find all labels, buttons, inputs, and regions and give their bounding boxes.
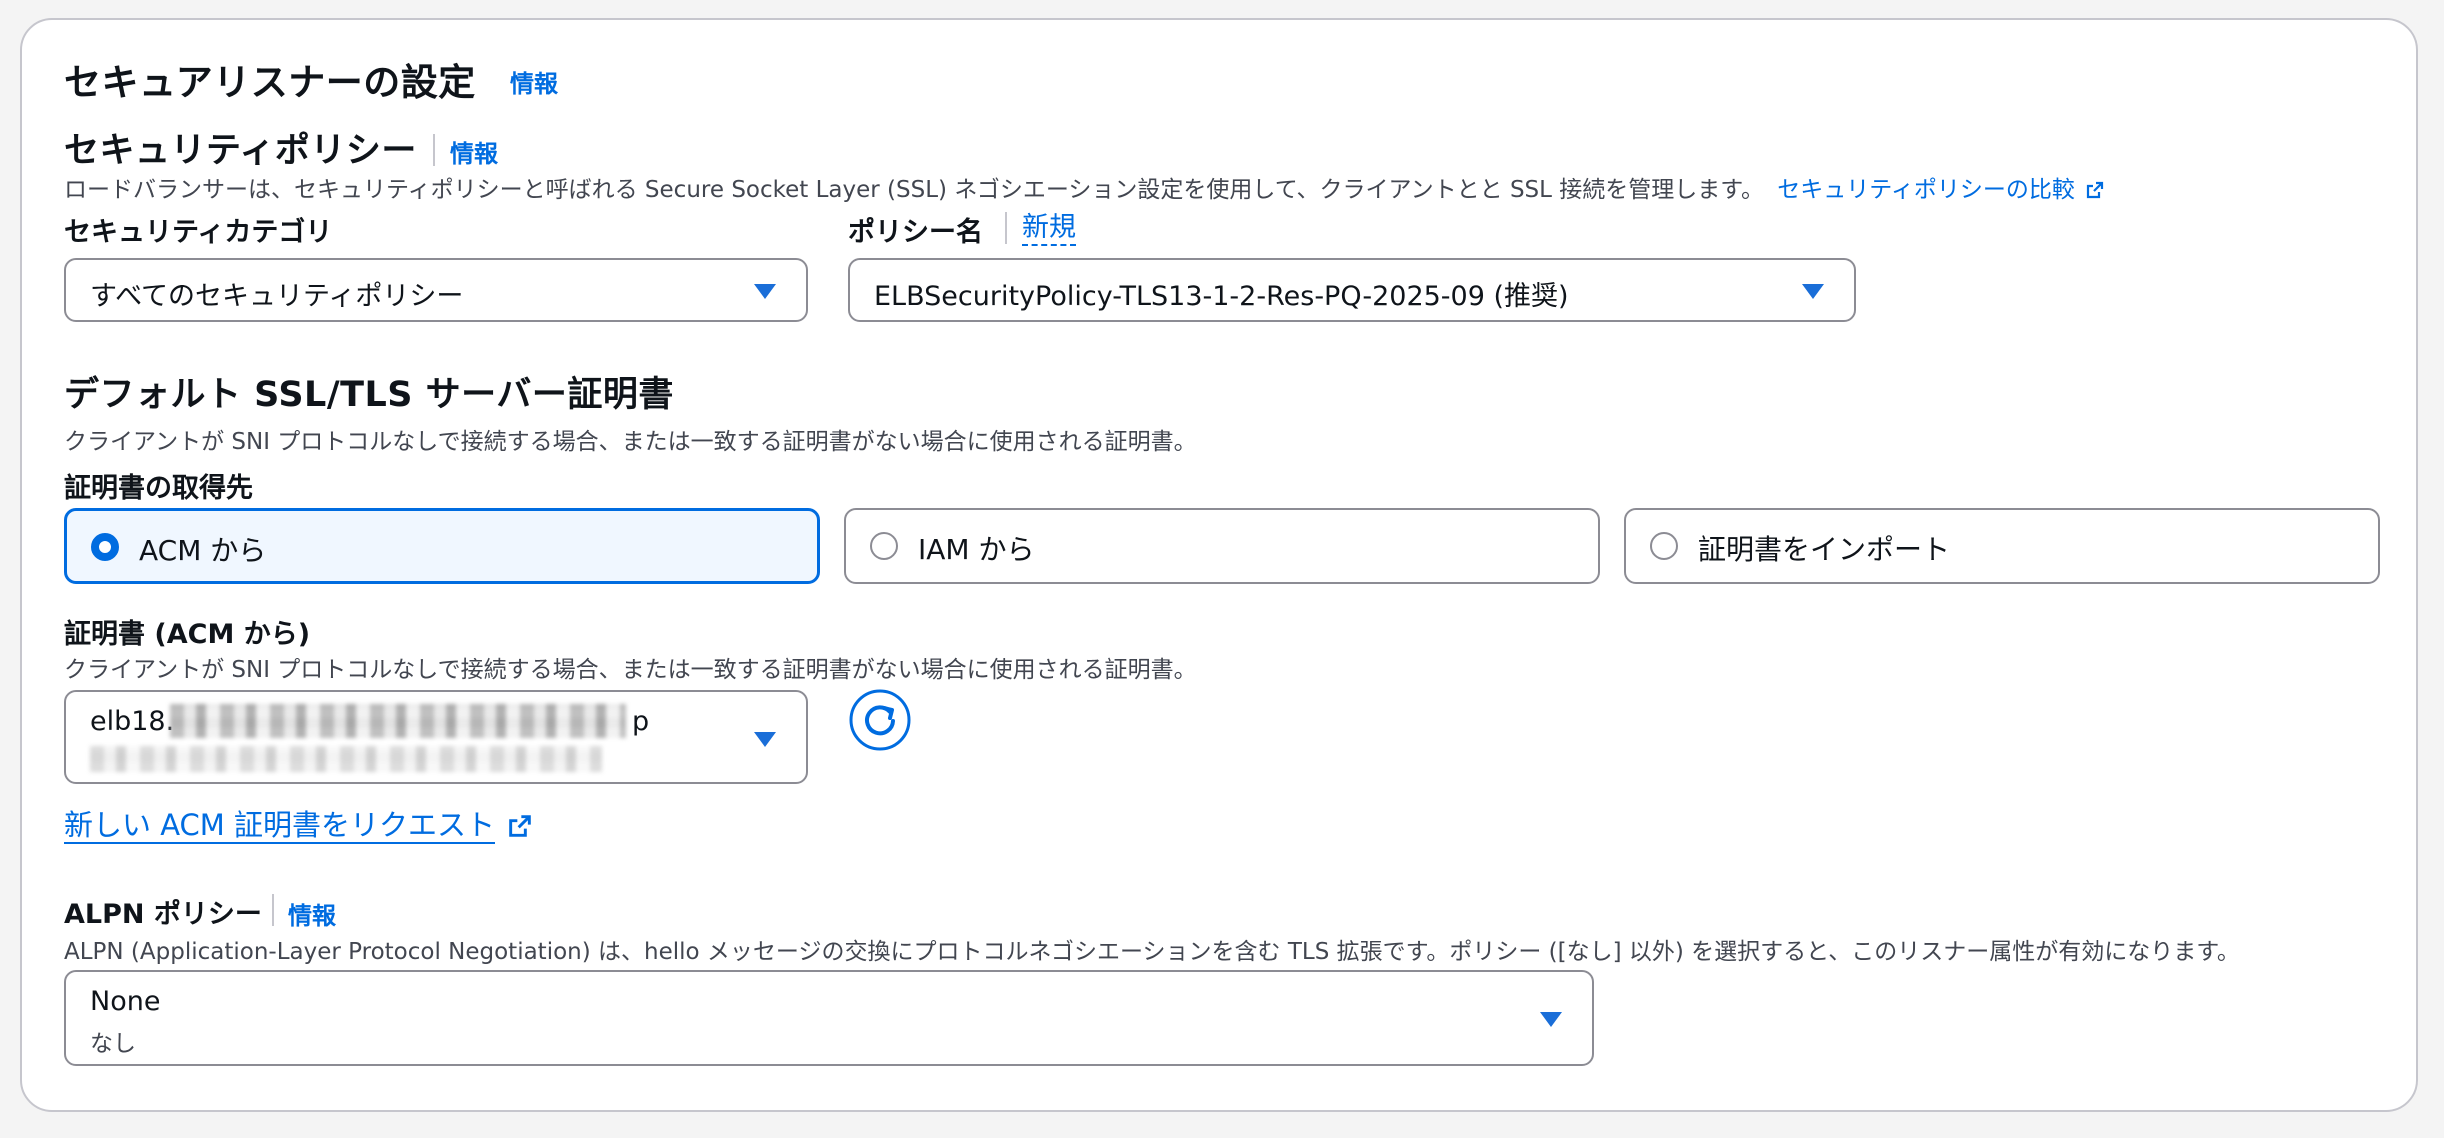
refresh-button[interactable] [848,688,912,752]
cert-acm-description: クライアントが SNI プロトコルなしで接続する場合、または一致する証明書がない… [64,657,1197,683]
security-category-select[interactable]: すべてのセキュリティポリシー [64,258,808,322]
redacted-cert-id [90,746,602,772]
policy-new-link[interactable]: 新規 [1022,212,1076,246]
alpn-info-link[interactable]: 情報 [288,896,336,931]
divider [433,134,435,166]
source-acm-radio[interactable] [91,533,119,561]
request-acm-cert-text: 新しい ACM 証明書をリクエスト [64,808,496,844]
source-import-tile[interactable]: 証明書をインポート [1624,508,2380,584]
security-policy-description-text: ロードバランサーは、セキュリティポリシーと呼ばれる Secure Socket … [64,177,1764,203]
cert-source-label: 証明書の取得先 [64,473,253,504]
policy-name-value: ELBSecurityPolicy-TLS13-1-2-Res-PQ-2025-… [874,281,1569,312]
section-title: セキュアリスナーの設定 [64,61,476,104]
source-acm-label: ACM から [139,534,267,567]
section-info-link[interactable]: 情報 [510,64,558,99]
divider [272,894,274,926]
source-acm-tile[interactable]: ACM から [64,508,820,584]
request-acm-cert-link[interactable]: 新しい ACM 証明書をリクエスト [64,802,532,844]
secure-listener-panel: セキュアリスナーの設定 情報 セキュリティポリシー 情報 ロードバランサーは、セ… [20,18,2418,1112]
divider [1005,212,1007,244]
certificate-value-suffix: p [632,706,650,737]
source-iam-label: IAM から [918,533,1035,566]
security-category-value: すべてのセキュリティポリシー [90,281,464,312]
alpn-value: None [90,986,161,1017]
source-iam-radio[interactable] [870,532,898,560]
caret-down-icon [754,732,776,747]
default-cert-title: デフォルト SSL/TLS サーバー証明書 [64,375,674,415]
alpn-description: ALPN (Application-Layer Protocol Negotia… [64,939,2240,965]
alpn-select[interactable]: None なし [64,970,1594,1066]
security-policy-title: セキュリティポリシー [64,131,417,171]
source-import-label: 証明書をインポート [1698,533,1951,566]
policy-name-select[interactable]: ELBSecurityPolicy-TLS13-1-2-Res-PQ-2025-… [848,258,1856,322]
refresh-icon [849,689,911,751]
caret-down-icon [754,284,776,299]
security-policy-info-link[interactable]: 情報 [450,134,498,169]
certificate-value-prefix: elb18. [90,706,175,737]
alpn-value-sub: なし [90,1031,136,1057]
external-link-icon [2087,181,2104,199]
caret-down-icon [1540,1012,1562,1027]
certificate-select[interactable]: elb18. p [64,690,808,784]
external-link-icon [509,815,532,837]
default-cert-description: クライアントが SNI プロトコルなしで接続する場合、または一致する証明書がない… [64,429,1197,455]
caret-down-icon [1802,284,1824,299]
security-policy-description: ロードバランサーは、セキュリティポリシーと呼ばれる Secure Socket … [64,170,2104,204]
source-iam-tile[interactable]: IAM から [844,508,1600,584]
policy-name-label: ポリシー名 [848,217,983,248]
compare-policies-link[interactable]: セキュリティポリシーの比較 [1777,177,2104,203]
cert-acm-label: 証明書 (ACM から) [64,619,311,650]
alpn-title: ALPN ポリシー [64,899,262,930]
security-category-label: セキュリティカテゴリ [64,217,333,248]
source-import-radio[interactable] [1650,532,1678,560]
redacted-cert-name [170,704,626,738]
